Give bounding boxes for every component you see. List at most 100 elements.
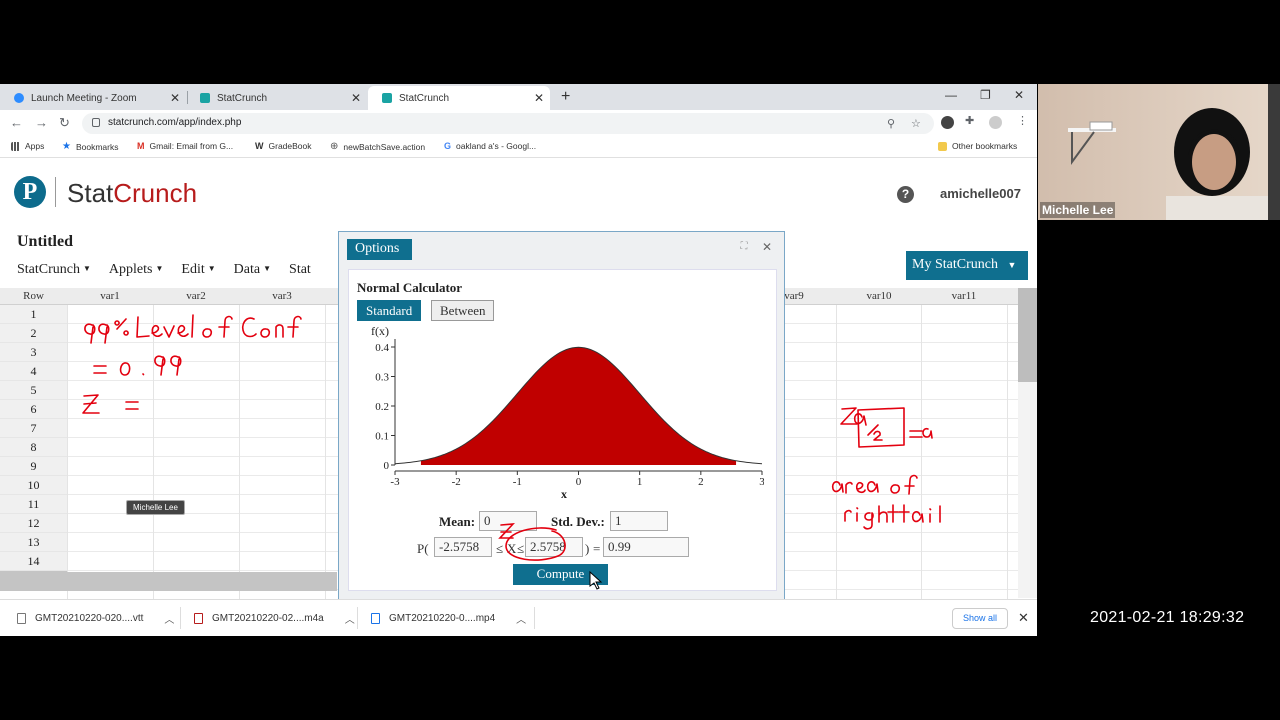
- zoom-magnifier-icon[interactable]: ⚲: [887, 117, 895, 130]
- ink-stroke: [202, 328, 213, 338]
- ink-stroke: [856, 507, 859, 522]
- tab-statcrunch[interactable]: StatCrunch ✕: [186, 86, 367, 110]
- file-icon: [17, 613, 26, 624]
- ink-stroke: [151, 324, 163, 338]
- statcrunch-icon: [200, 93, 210, 103]
- chevron-up-icon[interactable]: ︿: [345, 611, 355, 626]
- expand-icon[interactable]: ⛶: [737, 241, 751, 255]
- ink-stroke: [831, 481, 844, 493]
- divider: [534, 607, 535, 629]
- ink-stroke: [119, 362, 131, 376]
- download-item[interactable]: GMT20210220-0....mp4 ︿: [371, 611, 526, 626]
- minimize-icon[interactable]: —: [945, 88, 957, 102]
- ink-stroke: [136, 316, 150, 338]
- close-tab-icon[interactable]: ✕: [170, 91, 180, 105]
- url-text: statcrunch.com/app/index.php: [108, 117, 242, 128]
- ink-stroke: [867, 424, 883, 441]
- close-tab-icon[interactable]: ✕: [534, 91, 544, 105]
- ink-stroke: [922, 427, 933, 439]
- chevron-up-icon[interactable]: ︿: [516, 611, 526, 626]
- ink-stroke: [154, 355, 166, 376]
- bookmark-apps[interactable]: Apps: [11, 141, 44, 151]
- tab-zoom[interactable]: Launch Meeting - Zoom ✕: [0, 86, 186, 110]
- screen: Launch Meeting - Zoom ✕ StatCrunch ✕ Sta…: [0, 0, 1280, 720]
- ink-stroke: [98, 323, 110, 344]
- reload-icon[interactable]: ↻: [59, 115, 70, 131]
- person-face: [1192, 134, 1236, 190]
- ink-stroke: [260, 328, 271, 338]
- window-close-icon[interactable]: ✕: [1014, 88, 1024, 102]
- globe-icon: ⊕: [330, 141, 339, 152]
- star-icon: ★: [62, 141, 71, 152]
- ink-stroke: [909, 430, 923, 438]
- tab-strip: Launch Meeting - Zoom ✕ StatCrunch ✕ Sta…: [0, 84, 1037, 110]
- ink-stroke: [191, 314, 194, 338]
- close-icon[interactable]: ✕: [1018, 610, 1029, 626]
- bookmark-oakland[interactable]: G oakland a's - Googl...: [444, 141, 536, 151]
- ink-stroke: [887, 504, 899, 523]
- back-icon[interactable]: ←: [10, 115, 23, 130]
- bookmark-star-icon[interactable]: ☆: [911, 117, 921, 130]
- bookmark-label: Other bookmarks: [952, 141, 1018, 151]
- ink-stroke: [853, 413, 867, 426]
- options-dialog[interactable]: Options ⛶ ✕ Normal Calculator Standard B…: [338, 231, 785, 604]
- folder-icon: [938, 141, 947, 151]
- ink-stroke: [890, 484, 901, 494]
- toolbar: ← → ↻ statcrunch.com/app/index.php ⚲ ☆ ✚…: [0, 110, 1037, 136]
- door-frame: [1268, 84, 1280, 220]
- ink-stroke: [287, 315, 302, 338]
- zoom-icon: [14, 93, 24, 103]
- download-item[interactable]: GMT20210220-02....m4a ︿: [194, 611, 355, 626]
- dialog-ink: [498, 523, 603, 590]
- extension-g-icon[interactable]: [941, 116, 954, 129]
- ink-stroke: [866, 481, 879, 493]
- ink-stroke: [218, 315, 233, 338]
- recording-timestamp: 2021-02-21 18:29:32: [1090, 609, 1245, 626]
- chevron-up-icon[interactable]: ︿: [164, 611, 174, 626]
- bookmark-other[interactable]: Other bookmarks: [938, 141, 1017, 151]
- divider: [180, 607, 181, 629]
- ink-stroke: [84, 323, 96, 344]
- participant-name: Michelle Lee: [1040, 202, 1116, 218]
- ink-stroke: [863, 512, 874, 530]
- bookmark-label: Gmail: Email from G...: [149, 141, 234, 151]
- tab-statcrunch-active[interactable]: StatCrunch ✕: [368, 86, 550, 110]
- ink-stroke: [241, 317, 257, 338]
- profile-avatar-icon[interactable]: [989, 116, 1002, 129]
- ink-stroke: [929, 508, 932, 523]
- show-all-button[interactable]: Show all: [952, 608, 1008, 629]
- gradebook-icon: W: [255, 141, 264, 151]
- video-file-icon: [371, 613, 380, 624]
- menu-kebab-icon[interactable]: ⋮: [1017, 114, 1028, 127]
- ink-stroke: [878, 505, 888, 523]
- close-icon[interactable]: ✕: [760, 241, 774, 255]
- audio-file-icon: [194, 613, 203, 624]
- bookmark-gmail[interactable]: M Gmail: Email from G...: [137, 141, 233, 151]
- forward-icon[interactable]: →: [35, 115, 48, 130]
- tab-label: StatCrunch: [399, 92, 450, 104]
- bookmark-newbatchsave[interactable]: ⊕ newBatchSave.action: [330, 141, 425, 152]
- ink-stroke: [505, 527, 566, 561]
- divider: [357, 607, 358, 629]
- bookmark-bookmarks[interactable]: ★ Bookmarks: [62, 141, 118, 152]
- address-bar[interactable]: statcrunch.com/app/index.php ⚲ ☆: [82, 113, 934, 134]
- browser-window: Launch Meeting - Zoom ✕ StatCrunch ✕ Sta…: [0, 84, 1037, 636]
- ink-stroke: [844, 509, 852, 522]
- apps-grid-icon: [11, 141, 20, 151]
- ink-stroke: [93, 365, 107, 374]
- new-tab-button[interactable]: +: [561, 88, 570, 106]
- bookmark-label: newBatchSave.action: [343, 141, 426, 152]
- restore-icon[interactable]: ❐: [980, 88, 991, 102]
- ink-stroke: [142, 373, 145, 376]
- tab-label: StatCrunch: [217, 92, 268, 104]
- download-filename: GMT20210220-020....vtt: [35, 613, 144, 624]
- google-icon: G: [444, 141, 452, 151]
- annotator-tooltip: Michelle Lee: [126, 500, 185, 515]
- bookmark-label: GradeBook: [268, 141, 312, 151]
- download-item[interactable]: GMT20210220-020....vtt ︿: [17, 611, 174, 626]
- bookmark-gradebook[interactable]: W GradeBook: [255, 141, 312, 151]
- download-filename: GMT20210220-02....m4a: [212, 613, 324, 624]
- dialog-body: Normal Calculator Standard Between f(x) …: [348, 269, 777, 591]
- close-tab-icon[interactable]: ✕: [351, 91, 361, 105]
- extensions-puzzle-icon[interactable]: ✚: [965, 114, 974, 127]
